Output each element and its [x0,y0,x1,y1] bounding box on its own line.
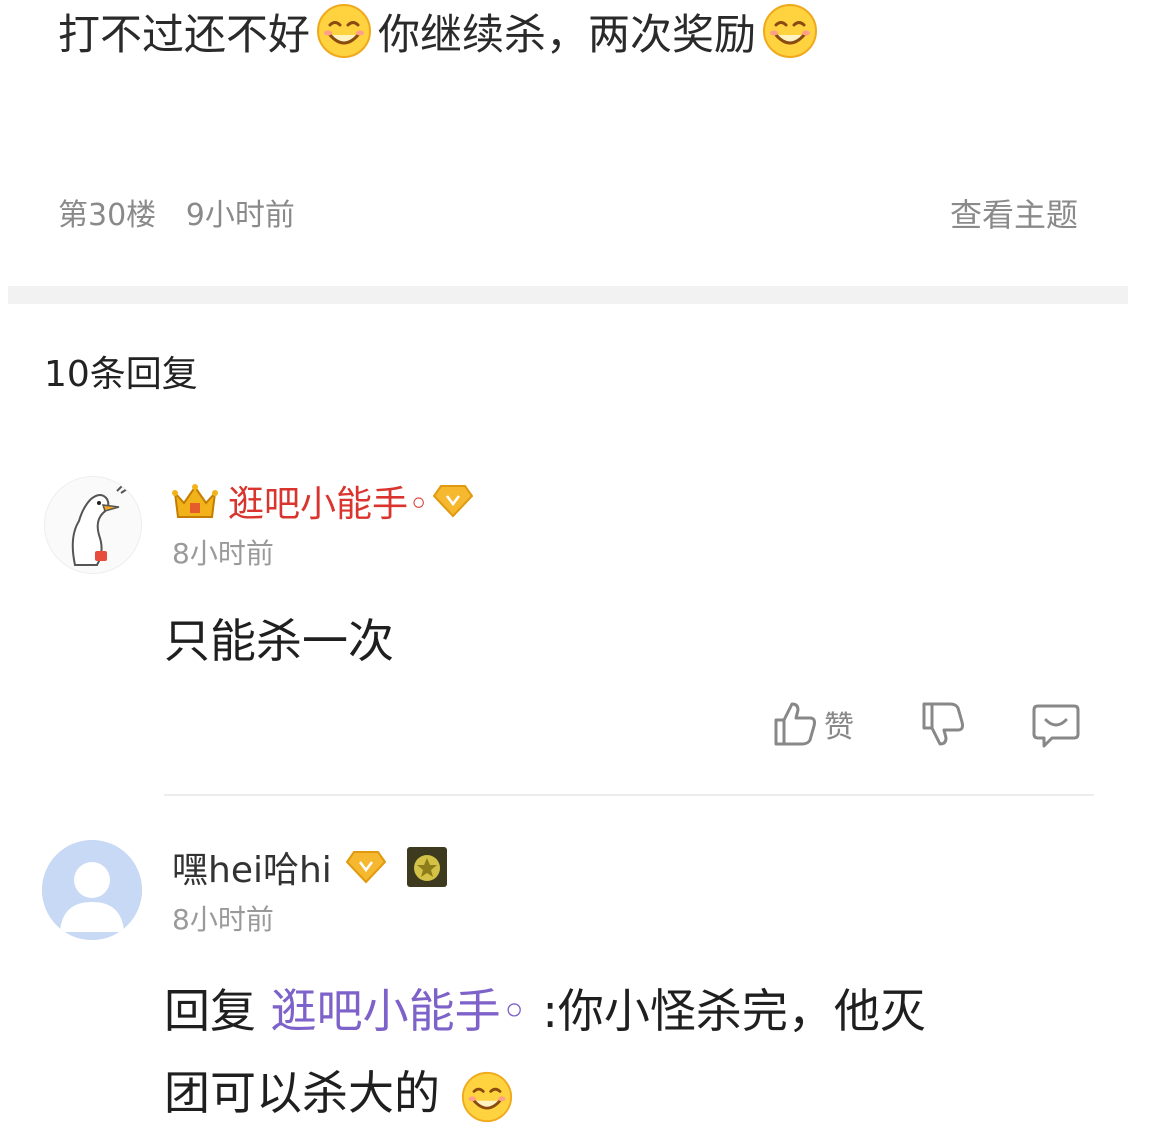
username[interactable]: 逛吧小能手◦ [228,475,429,527]
diamond-icon [345,851,386,884]
view-topic-link[interactable]: 查看主题 [950,190,1078,236]
username[interactable]: 嘿hei哈hi [172,841,332,893]
post-text-part1: 打不过还不好 [58,9,311,59]
avatar[interactable] [42,840,142,940]
diamond-icon [433,485,474,518]
comment-text-part2: 团可以杀大的 [164,1066,440,1120]
reply-count: 10条回复 [44,354,198,395]
dislike-button[interactable] [920,700,966,748]
thumbs-up-icon [774,702,816,746]
comment-separator [164,794,1094,796]
crown-icon [172,484,218,518]
reply-comment-button[interactable] [1032,700,1080,748]
post-meta: 第30楼 9小时前 [58,190,295,234]
smile-emoji-icon [763,4,818,58]
comment-time: 8小时前 [172,903,274,936]
smile-emoji-icon [461,1071,512,1122]
default-user-icon [42,840,142,940]
floor-number: 第30楼 [58,198,157,233]
comment-text-part1: :你小怪杀完，他灭 [542,984,926,1038]
goose-avatar-icon [45,477,141,573]
comment-text: 回复 逛吧小能手◦ :你小怪杀完，他灭 团可以杀大的 [164,970,1084,1134]
comment-author-row: 嘿hei哈hi [172,842,448,892]
member-badge-icon [406,847,447,887]
reply-prefix: 回复 [164,984,256,1038]
mention-link[interactable]: 逛吧小能手◦ [271,984,528,1038]
like-label: 赞 [824,710,854,745]
thumbs-down-icon [922,702,964,746]
comment-time: 8小时前 [172,537,274,570]
like-button[interactable]: 赞 [772,700,854,748]
avatar[interactable] [44,476,142,574]
section-divider [8,286,1128,304]
post-text-part2: 你继续杀，两次奖励 [378,9,757,59]
comment-icon [1032,704,1080,748]
post-text-line: 打不过还不好 你继续杀，两次奖励 [58,2,824,60]
smile-emoji-icon [317,4,372,58]
comment-author-row: 逛吧小能手◦ [172,475,474,527]
comment-text: 只能杀一次 [164,614,394,668]
post-time: 9小时前 [185,198,295,233]
